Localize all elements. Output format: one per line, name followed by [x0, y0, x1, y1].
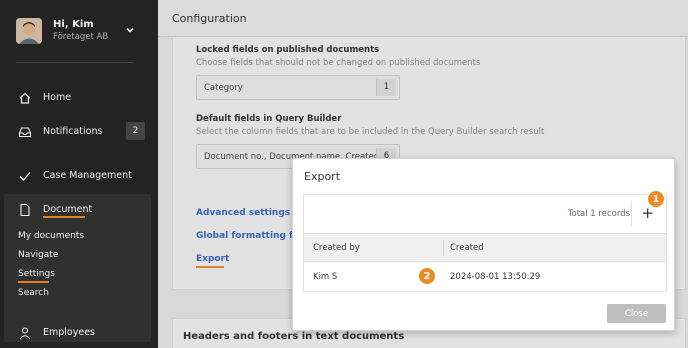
- column-header-created[interactable]: Created: [450, 243, 484, 253]
- dialog-toolbar: Total 1 records +: [303, 194, 667, 233]
- export-table: Created by Created Kim S 2024-08-01 13:5…: [303, 233, 667, 292]
- step-marker-1: 1: [647, 190, 665, 208]
- dialog-title: Export: [304, 170, 341, 183]
- column-divider: [443, 240, 444, 256]
- toolbar-divider: [631, 201, 632, 227]
- close-button[interactable]: Close: [607, 304, 666, 323]
- export-dialog: Export Total 1 records + Created by Crea…: [292, 158, 675, 331]
- step-marker-2: 2: [418, 267, 436, 285]
- column-header-created-by[interactable]: Created by: [313, 243, 360, 253]
- table-header: Created by Created: [304, 234, 666, 262]
- cell-created: 2024-08-01 13:50:29: [450, 272, 541, 282]
- total-records: Total 1 records: [567, 209, 630, 219]
- cell-created-by: Kim S: [313, 272, 338, 282]
